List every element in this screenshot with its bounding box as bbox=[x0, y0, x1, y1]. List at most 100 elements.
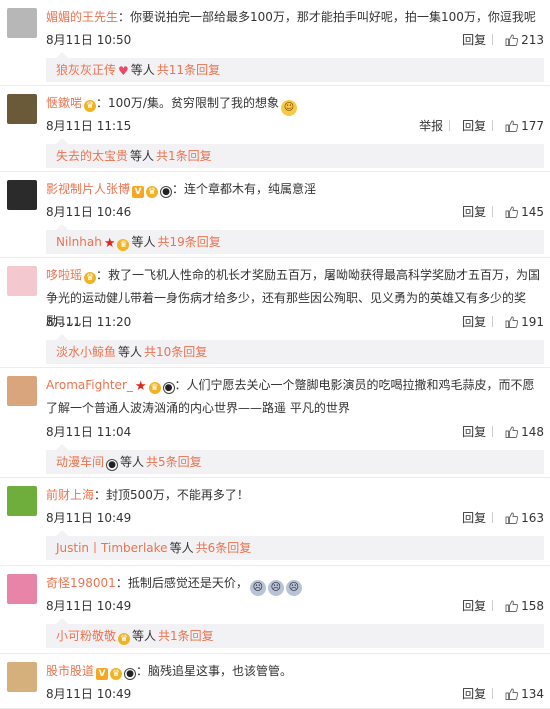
colon-separator: ： bbox=[118, 10, 131, 24]
reply-username[interactable]: 动漫车间 bbox=[56, 455, 104, 469]
crown-badge-icon: ♛ bbox=[117, 239, 130, 251]
colon-separator: ： bbox=[96, 96, 109, 110]
heart-badge-icon: ♥ bbox=[118, 64, 129, 78]
avatar[interactable] bbox=[7, 8, 37, 38]
like-button[interactable]: 134 bbox=[505, 687, 544, 701]
reply-count-link[interactable]: 共1条回复 bbox=[158, 629, 214, 643]
grin-emoji-icon: ☺ bbox=[280, 100, 297, 116]
reply-button[interactable]: 回复 bbox=[462, 599, 486, 613]
thumbs-up-icon bbox=[505, 512, 519, 524]
divider bbox=[492, 600, 494, 611]
comment-username[interactable]: 前财上海 bbox=[46, 488, 94, 502]
reply-count-link[interactable]: 共19条回复 bbox=[158, 235, 221, 249]
crown-badge-icon: ♛ bbox=[84, 100, 97, 112]
comment-time: 8月11日 10:46 bbox=[46, 205, 132, 219]
comment-meta: 8月11日 10:49 回复 163 bbox=[46, 508, 544, 528]
comment-username[interactable]: 惬鏉啱 bbox=[46, 96, 82, 110]
comment-actions: 回复 158 bbox=[456, 596, 544, 616]
comment-item: 影视制片人张博 V ♛ ● ：连个章都木有，纯属意淫 8月11日 10:46 回复 145 Ni… bbox=[0, 172, 550, 258]
reply-preview[interactable]: 小可粉敬敬 ♛ 等人 共1条回复 bbox=[46, 618, 544, 648]
like-button[interactable]: 145 bbox=[505, 205, 544, 219]
reply-suffix: 等人 bbox=[169, 541, 194, 555]
reply-preview[interactable]: Justin丨Timberlake 等人 共6条回复 bbox=[46, 530, 544, 560]
reply-preview[interactable]: 淡水小鲸鱼 等人 共10条回复 bbox=[46, 334, 544, 364]
avatar[interactable] bbox=[7, 376, 37, 406]
avatar[interactable] bbox=[7, 486, 37, 516]
comment-meta: 8月11日 11:15 举报 回复 177 bbox=[46, 116, 544, 136]
comment-list: 媚媚的王先生：你要说拍完一部给最多100万，那才能拍手叫好呢，拍一集100万，你… bbox=[0, 0, 550, 709]
reply-username[interactable]: 狼灰灰正传 bbox=[56, 63, 116, 77]
comment-item: AromaFighter_ ★ ♛ ● ：人们宁愿去关心一个蹩脚电影演员的吃喝拉撒和鸡毛… bbox=[0, 368, 550, 478]
comment-username[interactable]: 媚媚的王先生 bbox=[46, 10, 118, 24]
reply-button[interactable]: 回复 bbox=[462, 119, 486, 133]
colon-separator: ： bbox=[136, 664, 149, 678]
crown-badge-icon: ♛ bbox=[110, 668, 123, 680]
reply-preview[interactable]: 失去的太宝贵 等人 共1条回复 bbox=[46, 138, 544, 168]
reply-button[interactable]: 回复 bbox=[462, 205, 486, 219]
avatar[interactable] bbox=[7, 94, 37, 124]
reply-count-link[interactable]: 共1条回复 bbox=[156, 149, 212, 163]
reply-username[interactable]: 淡水小鲸鱼 bbox=[56, 345, 116, 359]
comment-username[interactable]: 奇怪198001 bbox=[46, 576, 116, 590]
like-button[interactable]: 163 bbox=[505, 511, 544, 525]
colon-separator: ： bbox=[94, 488, 107, 502]
comment-time: 8月11日 11:20 bbox=[46, 315, 132, 329]
comment-username[interactable]: 股市股道 bbox=[46, 664, 94, 678]
comment-actions: 回复 134 bbox=[456, 684, 544, 704]
comment-meta: 8月11日 10:50 回复 213 bbox=[46, 30, 544, 50]
crown-badge-icon: ♛ bbox=[146, 186, 159, 198]
like-button[interactable]: 213 bbox=[505, 33, 544, 47]
reply-count-link[interactable]: 共6条回复 bbox=[196, 541, 252, 555]
reply-preview[interactable]: 动漫车间 ● 等人 共5条回复 bbox=[46, 444, 544, 474]
like-button[interactable]: 158 bbox=[505, 599, 544, 613]
comment-username[interactable]: AromaFighter_ bbox=[46, 378, 133, 392]
avatar[interactable] bbox=[7, 662, 37, 692]
like-button[interactable]: 177 bbox=[505, 119, 544, 133]
comment-text: 奇怪198001：抵制后感觉还是天价， ☹ ☹ ☹ bbox=[46, 572, 544, 596]
thumbs-up-icon bbox=[505, 120, 519, 132]
reply-count-link[interactable]: 共11条回复 bbox=[157, 63, 220, 77]
comment-text: 前财上海：封顶500万，不能再多了！ bbox=[46, 484, 544, 507]
comment-text: 股市股道 V ♛ ● ：脑残追星这事，也该管管。 bbox=[46, 660, 544, 683]
comment-content: 你要说拍完一部给最多100万，那才能拍手叫好呢，拍一集100万，你逗我呢 bbox=[130, 10, 536, 24]
comment-content: 100万/集。贫穷限制了我的想象 bbox=[108, 96, 279, 110]
comment-username[interactable]: 哆啦瑶 bbox=[46, 268, 82, 282]
thumbs-up-icon bbox=[505, 688, 519, 700]
comment-actions: 举报 回复 177 bbox=[413, 116, 544, 136]
comment-time: 8月11日 10:49 bbox=[46, 511, 132, 525]
avatar[interactable] bbox=[7, 180, 37, 210]
avatar[interactable] bbox=[7, 574, 37, 604]
reply-count-link[interactable]: 共10条回复 bbox=[144, 345, 207, 359]
panda-badge-icon: ● bbox=[162, 382, 175, 394]
comment-actions: 回复 163 bbox=[456, 508, 544, 528]
crown-badge-icon: ♛ bbox=[84, 272, 97, 284]
comment-username[interactable]: 影视制片人张博 bbox=[46, 182, 130, 196]
comment-content: 抵制后感觉还是天价， bbox=[127, 576, 248, 590]
reply-count-link[interactable]: 共5条回复 bbox=[146, 455, 202, 469]
reply-button[interactable]: 回复 bbox=[462, 425, 486, 439]
reply-button[interactable]: 回复 bbox=[462, 315, 486, 329]
reply-suffix: 等人 bbox=[130, 149, 155, 163]
avatar[interactable] bbox=[7, 266, 37, 296]
like-button[interactable]: 148 bbox=[505, 425, 544, 439]
reply-preview[interactable]: Nilnhah ★ ♛ 等人 共19条回复 bbox=[46, 224, 544, 254]
report-button[interactable]: 举报 bbox=[419, 119, 443, 133]
like-count: 163 bbox=[521, 511, 544, 525]
like-button[interactable]: 191 bbox=[505, 315, 544, 329]
comment-actions: 回复 213 bbox=[456, 30, 544, 50]
comment-text: AromaFighter_ ★ ♛ ● ：人们宁愿去关心一个蹩脚电影演员的吃喝拉撒和鸡毛… bbox=[46, 374, 544, 420]
reply-username[interactable]: 小可粉敬敬 bbox=[56, 629, 116, 643]
comment-time: 8月11日 10:49 bbox=[46, 599, 132, 613]
comment-time: 8月11日 11:04 bbox=[46, 425, 132, 439]
thumbs-up-icon bbox=[505, 316, 519, 328]
divider bbox=[492, 426, 494, 437]
reply-button[interactable]: 回复 bbox=[462, 511, 486, 525]
reply-preview[interactable]: 狼灰灰正传 ♥ 等人 共11条回复 bbox=[46, 52, 544, 82]
reply-username[interactable]: Nilnhah bbox=[56, 235, 102, 249]
reply-button[interactable]: 回复 bbox=[462, 687, 486, 701]
comment-item: 媚媚的王先生：你要说拍完一部给最多100万，那才能拍手叫好呢，拍一集100万，你… bbox=[0, 0, 550, 86]
reply-username[interactable]: 失去的太宝贵 bbox=[56, 149, 128, 163]
comment-meta: 8月11日 10:49 回复 134 bbox=[46, 684, 544, 704]
reply-username[interactable]: Justin丨Timberlake bbox=[56, 541, 168, 555]
reply-button[interactable]: 回复 bbox=[462, 33, 486, 47]
